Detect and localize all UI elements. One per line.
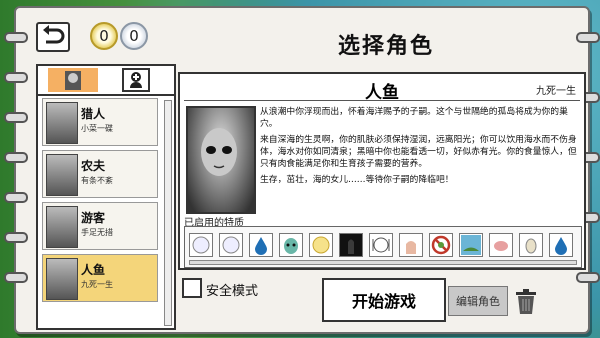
start-game-label: 开始游戏	[351, 292, 416, 311]
selected-character-portrait	[186, 106, 256, 214]
water-drop-icon[interactable]	[549, 233, 573, 257]
binder-ring	[576, 272, 600, 283]
character-name: 人鱼	[81, 263, 106, 277]
description-paragraph: 从浪潮中你浮现而出，怀着海洋赐予的子嗣。这个与世隔绝的孤岛将成为你的巢穴。	[260, 107, 568, 129]
binder-ring	[4, 152, 28, 163]
safe-mode-checkbox[interactable]	[182, 278, 202, 298]
divider	[184, 100, 580, 101]
water-drop-icon[interactable]	[249, 233, 273, 257]
back-arrow-icon	[43, 25, 65, 44]
tab-preset-characters[interactable]	[48, 68, 98, 92]
binder-ring	[4, 32, 28, 43]
meat-icon[interactable]	[489, 233, 513, 257]
list-scrollbar[interactable]	[164, 100, 172, 326]
character-list: 猎人 小菜一碟 农夫 有条不紊 游客 手足无措 人鱼 九死一生	[42, 98, 158, 306]
selected-character-difficulty: 九死一生	[536, 86, 576, 97]
delete-character-button[interactable]	[512, 286, 540, 316]
page-title: 选择角色	[337, 33, 434, 59]
egg-icon[interactable]	[519, 233, 543, 257]
edit-character-label: 编辑角色	[456, 295, 500, 308]
portrait-icon	[65, 71, 81, 90]
tab-custom-characters[interactable]	[122, 68, 150, 92]
character-difficulty: 手足无措	[81, 228, 113, 237]
character-name: 游客	[81, 211, 106, 225]
no-vegetables-icon[interactable]	[429, 233, 453, 257]
binder-ring	[4, 272, 28, 283]
silver-count: 0	[129, 27, 139, 45]
character-name: 农夫	[81, 159, 106, 173]
character-tabs	[38, 66, 174, 96]
moon-icon[interactable]	[219, 233, 243, 257]
trash-icon	[516, 289, 536, 314]
farmer-portrait	[46, 154, 78, 196]
character-difficulty: 小菜一碟	[81, 124, 113, 133]
safe-mode-label: 安全模式	[206, 284, 259, 299]
mermaid-face-icon[interactable]	[279, 233, 303, 257]
body-icon[interactable]	[399, 233, 423, 257]
character-difficulty: 有条不紊	[81, 176, 113, 185]
sun-icon[interactable]	[309, 233, 333, 257]
plate-icon[interactable]	[369, 233, 393, 257]
gold-coin-counter: 0	[90, 22, 118, 50]
binder-ring	[4, 72, 28, 83]
traits-scrollbar[interactable]	[189, 260, 577, 265]
mermaid-portrait	[46, 258, 78, 300]
tourist-portrait	[46, 206, 78, 248]
island-icon[interactable]	[459, 233, 483, 257]
description-paragraph: 来自深海的生灵啊，你的肌肤必须保持湿润，远离阳光；你可以饮用海水而不伤身体，海水…	[260, 135, 577, 169]
character-name: 猎人	[81, 107, 106, 121]
character-detail-panel: 人鱼 九死一生 从浪潮中你浮现而出，怀着海洋赐予的子嗣。这个与世隔绝的孤岛将成为…	[178, 72, 586, 270]
character-list-panel: 猎人 小菜一碟 农夫 有条不紊 游客 手足无措 人鱼 九死一生	[36, 64, 176, 330]
dark-figure-icon[interactable]	[339, 233, 363, 257]
silver-coin-counter: 0	[120, 22, 148, 50]
character-item-hunter[interactable]: 猎人 小菜一碟	[42, 98, 158, 146]
binder-ring	[4, 192, 28, 203]
character-description: 从浪潮中你浮现而出，怀着海洋赐予的子嗣。这个与世隔绝的孤岛将成为你的巢穴。 来自…	[260, 106, 582, 190]
gold-count: 0	[99, 27, 109, 45]
character-item-farmer[interactable]: 农夫 有条不紊	[42, 150, 158, 198]
description-paragraph: 生存，茁壮，海的女儿……等待你子嗣的降临吧！	[260, 175, 454, 185]
moon-icon[interactable]	[189, 233, 213, 257]
mermaid-face-icon	[201, 128, 237, 176]
back-button[interactable]	[36, 22, 70, 52]
character-difficulty: 九死一生	[81, 280, 113, 289]
character-item-tourist[interactable]: 游客 手足无措	[42, 202, 158, 250]
start-game-button[interactable]: 开始游戏	[322, 278, 446, 322]
character-item-mermaid[interactable]: 人鱼 九死一生	[42, 254, 158, 302]
binder-ring	[4, 112, 28, 123]
traits-strip	[184, 226, 582, 268]
character-select-book: 0 0 选择角色 猎人 小菜一碟 农夫 有条不紊 游客 手足无措 人鱼 九死一生…	[4, 6, 600, 334]
add-character-icon	[130, 72, 142, 88]
edit-character-button[interactable]: 编辑角色	[448, 286, 508, 316]
hunter-portrait	[46, 102, 78, 144]
binder-ring	[4, 232, 28, 243]
